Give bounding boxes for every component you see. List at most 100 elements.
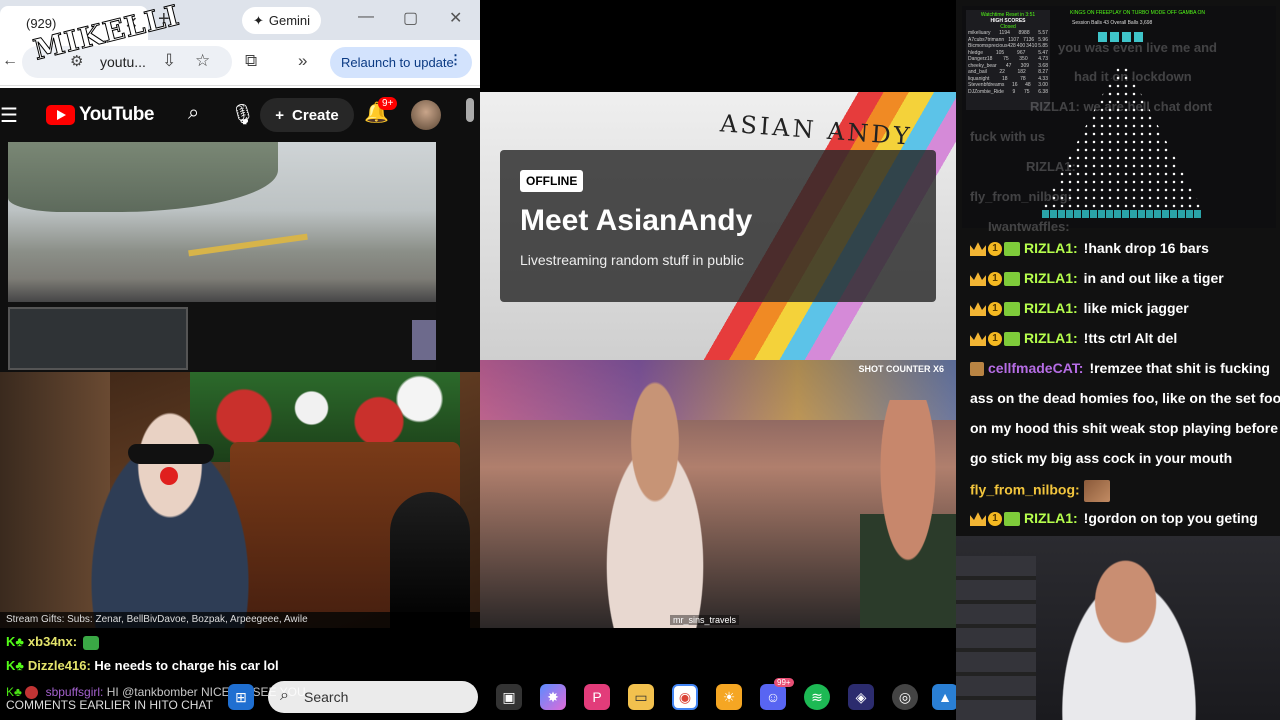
user-badges: 1 xyxy=(970,512,1020,527)
spotify-icon[interactable]: ≋ xyxy=(804,684,830,710)
offline-badge: OFFLINE xyxy=(520,170,584,192)
coin-badge-icon: 1 xyxy=(988,272,1002,287)
youtube-logo[interactable]: YouTube xyxy=(46,104,154,126)
chat-username: Dizzle416: xyxy=(27,658,91,673)
chat-message: 1 RIZLA1: !hank drop 16 bars xyxy=(970,240,1209,257)
windows-start-icon[interactable]: ⊞ xyxy=(228,684,254,710)
gemini-sparkle-icon: ✦ xyxy=(252,12,264,28)
taskbar-search[interactable]: ⌕ Search xyxy=(268,681,478,713)
hamburger-menu-icon[interactable]: ☰ xyxy=(0,103,18,128)
sun-app-icon[interactable]: ☀ xyxy=(716,684,742,710)
plus-icon: + xyxy=(275,106,285,124)
chat-message: 1 RIZLA1: in and out like a tiger xyxy=(970,270,1224,287)
high-score-value: 75 xyxy=(1024,88,1030,95)
chat-username[interactable]: cellfmadeCAT: xyxy=(988,360,1083,376)
user-badges: 1 xyxy=(970,242,1020,257)
gift-badge-icon xyxy=(1004,272,1020,287)
video-scene-lane-marking xyxy=(188,233,308,257)
picsart-icon[interactable]: P xyxy=(584,684,610,710)
stream-ticker: Stream Gifts: Subs: Zenar, BellBivDavoe,… xyxy=(0,612,480,628)
notifications-bell-icon[interactable]: 🔔 9+ xyxy=(364,97,398,125)
faded-chat-line: had it on lockdown xyxy=(1074,69,1192,84)
high-score-value: 47 xyxy=(1005,62,1012,69)
video-scene-trees xyxy=(8,142,278,212)
chat-username[interactable]: fly_from_nilbog: xyxy=(970,482,1080,498)
channel-name: Meet AsianAndy xyxy=(520,204,753,237)
install-icon[interactable]: ⇩ xyxy=(162,51,176,71)
relaunch-button[interactable]: Relaunch to update ⋮ xyxy=(330,47,472,78)
copilot-icon[interactable]: ✸ xyxy=(540,684,566,710)
obs-icon[interactable]: ◎ xyxy=(892,684,918,710)
chat-username[interactable]: RIZLA1: xyxy=(1024,240,1078,256)
chat-text: on my hood this shit weak stop playing b… xyxy=(970,420,1280,436)
chat-username[interactable]: RIZLA1: xyxy=(1024,510,1078,526)
vtuber-character xyxy=(390,492,470,628)
chrome-icon[interactable]: ◉ xyxy=(672,684,698,710)
streamer-webcam[interactable] xyxy=(956,536,1280,720)
create-button[interactable]: + Create xyxy=(260,98,354,132)
video-scene-car-screen xyxy=(8,307,188,370)
plinko-session-stats: Session Balls 43 Overall Balls 3,698 xyxy=(1072,20,1153,26)
chat-text: !remzee that shit is fucking xyxy=(1089,360,1270,376)
scrollbar-thumb[interactable] xyxy=(466,98,474,122)
high-score-value: 3410 xyxy=(1026,43,1038,49)
bookmark-star-icon[interactable]: ☆ xyxy=(195,51,210,71)
search-placeholder: Search xyxy=(304,689,349,705)
stream-tile-clown[interactable]: Stream Gifts: Subs: Zenar, BellBivDavoe,… xyxy=(0,372,480,628)
app-blue-icon[interactable]: ▲ xyxy=(932,684,958,710)
task-view-icon[interactable]: ▣ xyxy=(496,684,522,710)
chat-text: ass on the dead homies foo, like on the … xyxy=(970,390,1280,406)
gift-badge-icon xyxy=(1004,302,1020,317)
microphone-icon[interactable]: 🎙 xyxy=(230,102,255,127)
high-score-player: DJZombie_Ride xyxy=(968,88,1004,95)
faded-chat-line: RIZLA1: we are hell chat dont xyxy=(1030,99,1213,114)
kick-badge-icon: K♣ xyxy=(6,685,22,699)
emote-icon xyxy=(1083,480,1110,502)
chat-username[interactable]: RIZLA1: xyxy=(1024,330,1078,346)
background-shelf xyxy=(956,556,1036,720)
create-label: Create xyxy=(292,106,339,124)
chat-message: K♣ xb34nx: xyxy=(6,634,100,650)
overflow-chevron-icon[interactable]: » xyxy=(298,51,307,71)
coin-badge-icon: 1 xyxy=(988,332,1002,347)
kick-badge-icon: K♣ xyxy=(6,634,24,649)
chat-text: !gordon on top you geting xyxy=(1083,510,1258,526)
stream-tile-offline[interactable]: ASIAN ANDY OFFLINE Meet AsianAndy Livest… xyxy=(480,92,956,360)
discord-icon[interactable]: ☺ 99+ xyxy=(760,678,794,710)
back-arrow-icon[interactable]: ← xyxy=(2,52,18,70)
search-icon: ⌕ xyxy=(280,687,289,704)
search-icon[interactable]: ⌕ xyxy=(188,102,199,125)
minimize-icon[interactable]: — xyxy=(358,8,374,26)
window-close-icon[interactable]: ✕ xyxy=(449,8,462,28)
file-explorer-icon[interactable]: ▭ xyxy=(628,684,654,710)
clown-nose xyxy=(160,467,178,485)
chat-text: like mick jagger xyxy=(1083,300,1189,316)
menu-dots-icon[interactable]: ⋮ xyxy=(449,52,462,68)
extensions-icon[interactable]: ⧉ xyxy=(245,51,257,71)
gemini-button[interactable]: ✦ Gemini xyxy=(242,7,321,34)
app-diamond-icon[interactable]: ◈ xyxy=(848,684,874,710)
channel-description: Livestreaming random stuff in public xyxy=(520,252,744,268)
chat-text: go stick my big ass cock in your mouth xyxy=(970,450,1233,466)
coin-badge-icon: 1 xyxy=(988,242,1002,257)
high-score-value: 9 xyxy=(1012,88,1016,95)
streamer-figure xyxy=(1044,546,1214,720)
chat-username[interactable]: RIZLA1: xyxy=(1024,300,1078,316)
video-pip-thumbnail[interactable] xyxy=(412,320,436,360)
chat-username[interactable]: RIZLA1: xyxy=(1024,270,1078,286)
right-panel: Watchtime Reset in 3:51 HIGH SCORES Clos… xyxy=(956,0,1280,720)
chat-username: sbpuffsgirl: xyxy=(45,685,104,699)
avatar[interactable] xyxy=(411,100,441,130)
sunglasses xyxy=(128,444,214,464)
kick-badge-icon: K♣ xyxy=(6,658,24,673)
gift-badge-icon xyxy=(1004,512,1020,527)
video-player[interactable] xyxy=(8,142,436,370)
stream-tile-travel[interactable]: SHOT COUNTER X6 mr_sins_travels xyxy=(480,360,956,628)
crown-badge-icon xyxy=(970,512,986,527)
maximize-icon[interactable]: ▢ xyxy=(403,8,418,28)
crown-badge-icon xyxy=(970,272,986,287)
chat-text: in and out like a tiger xyxy=(1083,270,1224,286)
youtube-play-icon xyxy=(46,105,75,125)
chat-message: go stick my big ass cock in your mouth xyxy=(970,450,1232,466)
chat-message: 1 RIZLA1: !gordon on top you geting xyxy=(970,510,1258,527)
